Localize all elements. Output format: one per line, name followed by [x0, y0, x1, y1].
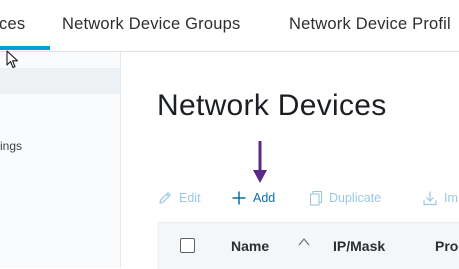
- edit-button[interactable]: Edit: [157, 188, 201, 208]
- tab-network-device-profiles[interactable]: Network Device Profil: [289, 15, 451, 34]
- sidebar-item-selected[interactable]: [0, 68, 120, 94]
- import-button-label: Im: [444, 191, 458, 205]
- column-header-name[interactable]: Name: [231, 238, 269, 254]
- annotation-arrow-icon: [253, 141, 267, 183]
- tab-network-device-groups[interactable]: Network Device Groups: [62, 15, 240, 34]
- import-icon: [423, 191, 437, 206]
- duplicate-button[interactable]: Duplicate: [309, 188, 381, 208]
- import-button[interactable]: Im: [422, 188, 458, 208]
- add-button-label: Add: [253, 191, 276, 205]
- tab-network-devices[interactable]: ces: [0, 15, 25, 34]
- duplicate-button-label: Duplicate: [329, 191, 382, 205]
- sidebar: ings: [0, 52, 121, 268]
- page-title: Network Devices: [157, 89, 387, 122]
- plus-icon: [232, 191, 246, 205]
- pencil-icon: [159, 192, 171, 204]
- sidebar-item-settings[interactable]: ings: [0, 139, 22, 153]
- column-header-ip-mask[interactable]: IP/Mask: [333, 238, 385, 254]
- tab-bar: ces Network Device Groups Network Device…: [0, 0, 459, 52]
- table-header: Name IP/Mask Pro: [157, 222, 459, 269]
- copy-icon: [309, 190, 323, 206]
- select-all-checkbox[interactable]: [180, 238, 195, 253]
- sort-ascending-icon[interactable]: [298, 237, 310, 247]
- mouse-cursor-icon: [6, 50, 19, 69]
- column-header-profile[interactable]: Pro: [435, 238, 458, 254]
- add-button[interactable]: Add: [231, 188, 275, 208]
- edit-button-label: Edit: [179, 191, 201, 205]
